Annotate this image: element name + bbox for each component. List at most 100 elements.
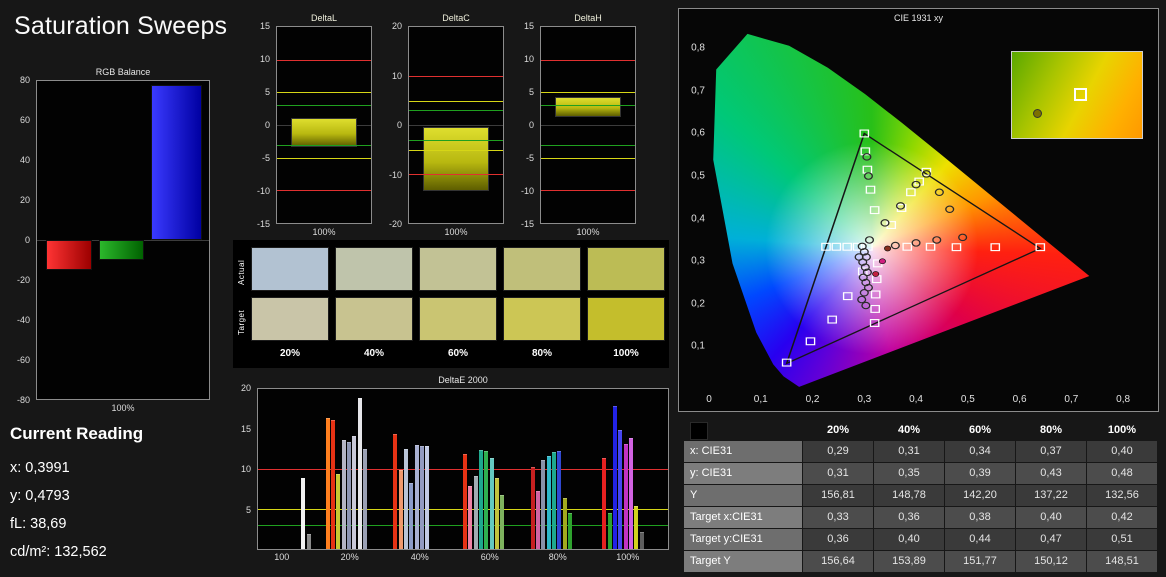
- y-axis-tick: 80: [19, 75, 30, 85]
- y-axis-tick: 40: [19, 155, 30, 165]
- deltae-bar: [546, 456, 551, 549]
- delta-e-x-axis: 100 20% 40% 60% 80% 100%: [257, 550, 669, 564]
- y-axis-tick: 5: [245, 504, 251, 515]
- deltae-bar: [325, 417, 330, 549]
- y-axis-tick: 0: [24, 235, 30, 245]
- x-axis-tick: 0,2: [805, 394, 820, 405]
- deltae-bar: [639, 532, 644, 549]
- swatch-actual-80%: [503, 247, 581, 291]
- measured-point: [864, 236, 875, 244]
- measured-point: [911, 239, 921, 247]
- row-label: Y: [684, 485, 802, 506]
- y-axis-tick: -10: [256, 186, 270, 196]
- deltae-bar: [500, 495, 505, 549]
- measured-point: [861, 301, 871, 310]
- measured-point: [857, 295, 867, 304]
- cie-1931-title: CIE 1931 xy: [893, 13, 944, 23]
- deltae-bar: [409, 483, 414, 549]
- table-cell: 148,51: [1087, 551, 1157, 572]
- reference-line: [409, 174, 503, 175]
- y-axis-tick: 60: [19, 115, 30, 125]
- reference-line: [277, 157, 371, 159]
- deltae-bar: [613, 405, 618, 549]
- sweep-values-table: 20% 40% 60% 80% 100% x: CIE31 0,29 0,31 0,34 0,37…: [684, 420, 1158, 573]
- deltae-bar: [602, 457, 607, 549]
- table-cell: 0,44: [945, 529, 1015, 550]
- deltae-bar: [357, 397, 362, 549]
- delta-c-chart: DeltaC 20 10 0 -10 -20 100%: [382, 12, 504, 237]
- measured-point: [859, 289, 869, 297]
- swatch-percent-label: 60%: [447, 348, 468, 359]
- deltae-bar: [484, 451, 489, 549]
- reference-line: [409, 139, 503, 141]
- x-axis-tick: 0,3: [857, 394, 872, 405]
- swatch-percent-row: 20% 40% 60% 80% 100%: [251, 348, 665, 359]
- deltae-bar: [398, 469, 403, 549]
- swatch-target-80%: [503, 297, 581, 341]
- table-cell: 0,40: [874, 529, 944, 550]
- target-point: [951, 243, 962, 252]
- reference-line: [277, 92, 371, 94]
- rgb-bar-red: [45, 240, 93, 270]
- y-axis-tick: 0,2: [691, 298, 705, 310]
- rgb-balance-xlabel: 100%: [111, 403, 135, 413]
- swatch-grid: [251, 247, 665, 347]
- y-axis-tick: 0,1: [691, 340, 705, 352]
- table-cell: 0,38: [945, 507, 1015, 528]
- swatch-percent-label: 20%: [279, 348, 300, 359]
- table-cell: 0,29: [803, 441, 873, 462]
- inset-measured-dot: [1032, 108, 1042, 118]
- row-label: y: CIE31: [684, 463, 802, 484]
- table-row: Target y:CIE31 0,36 0,40 0,44 0,47 0,51: [684, 529, 1158, 550]
- table-cell: 150,12: [1016, 551, 1086, 572]
- y-axis-tick: 20: [391, 21, 402, 31]
- x-axis-tick: 80%: [548, 552, 567, 562]
- table-header-cell: 100%: [1107, 424, 1137, 436]
- table-cell: 0,42: [1087, 507, 1157, 528]
- deltae-bar: [393, 434, 398, 549]
- y-axis-tick: -20: [388, 219, 402, 229]
- reference-line: [541, 157, 635, 159]
- delta-e-plot: [257, 388, 669, 550]
- reference-line: [541, 190, 635, 192]
- deltae-bar: [341, 440, 346, 549]
- y-axis-tick: 0: [396, 120, 402, 130]
- rgb-balance-chart: RGB Balance 80 60 40 20 0 -20 -40 -60 -80 100%: [6, 66, 210, 413]
- y-axis-tick: 0,3: [691, 255, 705, 267]
- rgb-balance-plot: [36, 80, 210, 400]
- table-header-cell: 60%: [968, 424, 992, 436]
- reading-fl: fL: 38,69: [10, 516, 67, 532]
- reference-line: [541, 59, 635, 61]
- x-axis-tick: 20%: [340, 552, 359, 562]
- deltae-bar: [336, 473, 341, 549]
- y-axis-tick: 20: [240, 383, 251, 393]
- swatch-target-60%: [419, 297, 497, 341]
- reading-y: y: 0,4793: [10, 488, 70, 504]
- current-reading: Current Reading x: 0,3991 y: 0,4793 fL: …: [10, 424, 143, 566]
- delta-c-plot: [408, 26, 504, 224]
- y-axis-tick: -40: [16, 315, 30, 325]
- deltae-bar: [634, 506, 639, 549]
- delta-bar: [555, 96, 621, 117]
- reference-line: [409, 110, 503, 112]
- table-header-cell: 20%: [826, 424, 850, 436]
- deltae-bar: [403, 448, 408, 549]
- delta-l-title: DeltaL: [310, 13, 337, 23]
- target-row-label: Target: [237, 309, 246, 335]
- table-cell: 151,77: [945, 551, 1015, 572]
- row-label: Target y:CIE31: [684, 529, 802, 550]
- swatch-actual-20%: [251, 247, 329, 291]
- target-point: [990, 243, 1001, 252]
- reference-line: [409, 76, 503, 77]
- table-cell: 137,22: [1016, 485, 1086, 506]
- delta-l-chart: DeltaL 15 10 5 0 -5 -10 -15 100%: [250, 12, 372, 237]
- measured-point: [932, 236, 942, 244]
- table-row: Target x:CIE31 0,33 0,36 0,38 0,40 0,42: [684, 507, 1158, 528]
- x-axis-tick: 100%: [616, 552, 640, 562]
- reference-line: [277, 190, 371, 192]
- table-cell: 153,89: [874, 551, 944, 572]
- delta-h-chart: DeltaH 15 10 5 0 -5 -10 -15 100%: [514, 12, 636, 237]
- deltae-bar: [557, 451, 562, 549]
- y-axis-tick: 5: [528, 86, 534, 97]
- zero-gridline: [409, 125, 503, 126]
